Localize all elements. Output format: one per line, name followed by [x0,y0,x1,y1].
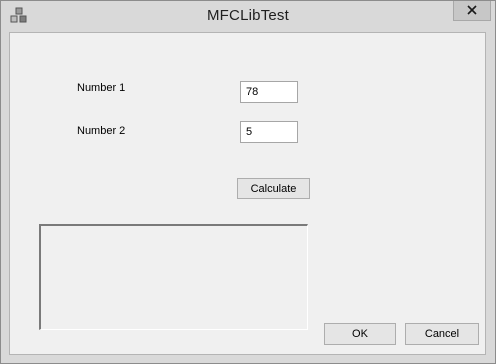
dialog-window: MFCLibTest Number 1 Number 2 Calculate O… [0,0,496,364]
number1-input[interactable] [240,81,298,103]
calculate-button[interactable]: Calculate [237,178,310,199]
close-icon [467,2,477,20]
result-box [39,224,308,330]
number2-input[interactable] [240,121,298,143]
cancel-button[interactable]: Cancel [405,323,479,345]
dialog-client-area: Number 1 Number 2 Calculate OK Cancel [9,32,486,355]
number2-label: Number 2 [77,125,126,137]
ok-button[interactable]: OK [324,323,396,345]
title-bar[interactable]: MFCLibTest [1,1,495,31]
window-title: MFCLibTest [206,7,290,24]
close-button[interactable] [453,1,491,21]
number1-label: Number 1 [77,82,126,94]
